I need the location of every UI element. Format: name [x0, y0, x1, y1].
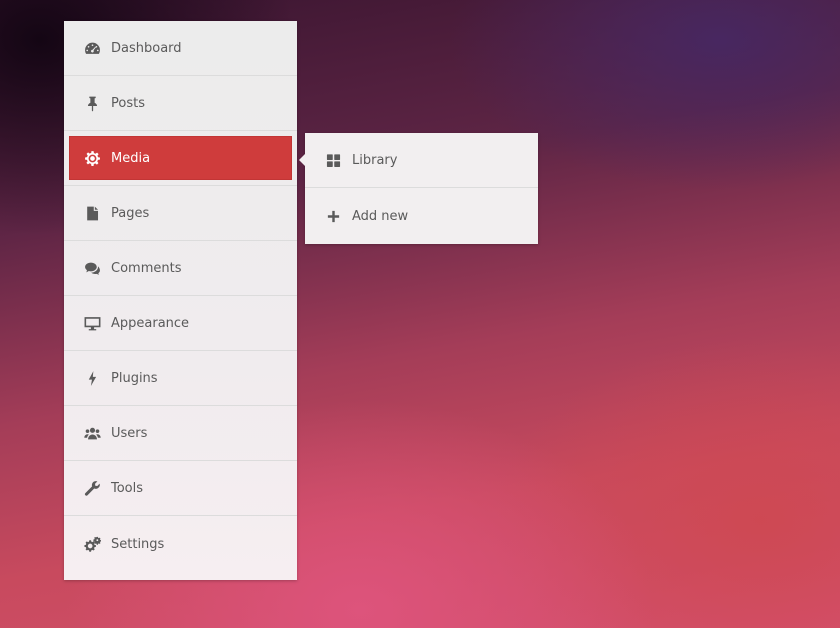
- sidebar-item-tools[interactable]: Tools: [64, 461, 297, 516]
- sidebar-item-label: Dashboard: [111, 40, 182, 56]
- media-submenu: Library Add new: [299, 133, 538, 244]
- sidebar-menu: Dashboard Posts Media Pages Comments App…: [64, 21, 297, 580]
- sidebar-item-plugins[interactable]: Plugins: [64, 351, 297, 406]
- sidebar-item-label: Settings: [111, 536, 165, 552]
- sidebar-item-label: Tools: [111, 480, 144, 496]
- sidebar-item-media[interactable]: Media: [64, 131, 297, 186]
- sidebar-item-label: Posts: [111, 95, 145, 111]
- monitor-icon: [84, 315, 101, 332]
- sidebar-item-label: Users: [111, 425, 148, 441]
- active-highlight: [69, 136, 292, 180]
- sidebar-item-dashboard[interactable]: Dashboard: [64, 21, 297, 76]
- sidebar-item-label: Media: [111, 150, 151, 166]
- sidebar-item-settings[interactable]: Settings: [64, 516, 297, 572]
- users-icon: [84, 425, 101, 442]
- sidebar-item-posts[interactable]: Posts: [64, 76, 297, 131]
- sidebar-item-label: Comments: [111, 260, 182, 276]
- sidebar-item-appearance[interactable]: Appearance: [64, 296, 297, 351]
- submenu-item-label: Library: [352, 152, 398, 168]
- dashboard-icon: [84, 40, 101, 57]
- pin-icon: [84, 95, 101, 112]
- wrench-icon: [84, 480, 101, 497]
- submenu-item-library[interactable]: Library: [305, 133, 538, 188]
- cogs-icon: [84, 536, 101, 553]
- bolt-icon: [84, 370, 101, 387]
- sidebar-item-label: Plugins: [111, 370, 158, 386]
- file-icon: [84, 205, 101, 222]
- plus-icon: [326, 209, 341, 224]
- sidebar-item-label: Appearance: [111, 315, 190, 331]
- comments-icon: [84, 260, 101, 277]
- sidebar-item-pages[interactable]: Pages: [64, 186, 297, 241]
- sidebar-item-label: Pages: [111, 205, 150, 221]
- grid-icon: [326, 153, 341, 168]
- sidebar-item-users[interactable]: Users: [64, 406, 297, 461]
- sidebar-item-comments[interactable]: Comments: [64, 241, 297, 296]
- submenu-item-label: Add new: [352, 208, 409, 224]
- gear-icon: [84, 150, 101, 167]
- submenu-item-add-new[interactable]: Add new: [305, 188, 538, 244]
